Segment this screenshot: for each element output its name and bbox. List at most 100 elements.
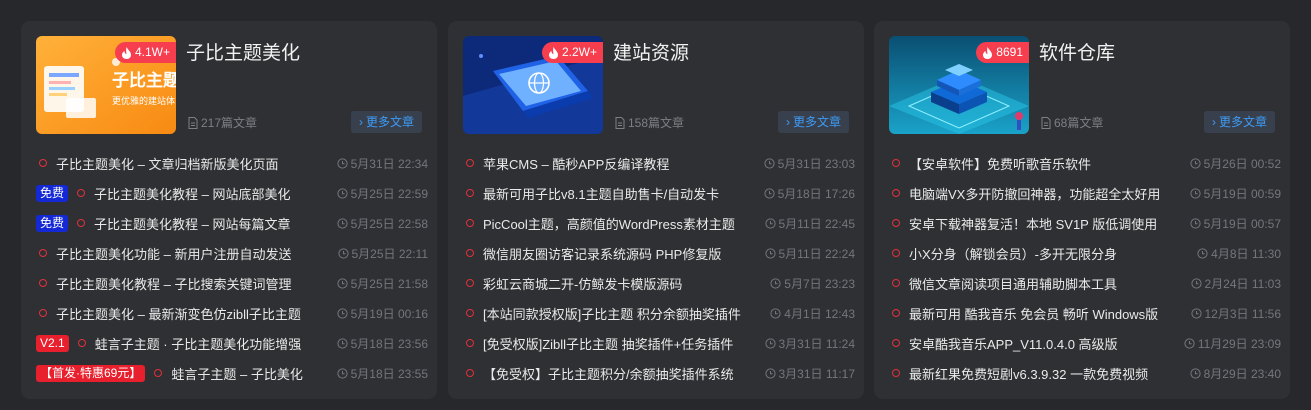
article-time: 5月25日 22:58 <box>337 215 428 232</box>
category-thumbnail[interactable]: 子比主题 更优雅的建站体 4.1W+ <box>36 36 176 134</box>
article-title[interactable]: 微信文章阅读项目通用辅助脚本工具 <box>909 274 1173 293</box>
clock-icon <box>337 277 348 289</box>
flame-icon <box>121 46 131 59</box>
more-articles-button[interactable]: › 更多文章 <box>777 111 849 133</box>
article-title[interactable]: 苹果CMS – 酷秒APP反编译教程 <box>483 154 746 173</box>
card-header: 子比主题 更优雅的建站体 4.1W+ 子比主题美化 217篇文章 › 更多文章 <box>36 36 422 134</box>
article-title[interactable]: [免受权版]Zibll子比主题 抽奖插件+任务插件 <box>483 334 747 353</box>
bullet-icon <box>39 249 47 257</box>
article-title[interactable]: 最新可用 酷我音乐 免会员 畅听 Windows版 <box>909 304 1173 323</box>
bullet-icon <box>466 369 474 377</box>
list-item[interactable]: 子比主题美化功能 – 新用户注册自动发送 5月25日 22:11 <box>36 238 428 268</box>
category-thumbnail[interactable]: 8691 <box>889 36 1029 134</box>
list-item[interactable]: 子比主题美化 – 文章归档新版美化页面 5月31日 22:34 <box>36 148 428 178</box>
article-list: 苹果CMS – 酷秒APP反编译教程 5月31日 23:03 最新可用子比v8.1… <box>463 148 855 388</box>
card-header: 2.2W+ 建站资源 158篇文章 › 更多文章 <box>463 36 849 134</box>
list-item[interactable]: 安卓酷我音乐APP_V11.0.4.0 高级版 11月29日 23:09 <box>889 328 1281 358</box>
article-title[interactable]: 蛙言子主题 · 子比主题美化功能增强 <box>95 334 319 353</box>
bullet-icon <box>77 219 86 227</box>
list-item[interactable]: 电脑端VX多开防撤回神器，功能超全太好用 5月19日 00:59 <box>889 178 1281 208</box>
article-title[interactable]: 彩虹云商城二开-仿鲸发卡模版源码 <box>483 274 752 293</box>
article-title[interactable]: 子比主题美化 – 文章归档新版美化页面 <box>56 154 319 173</box>
free-tag: 免费 <box>36 214 69 232</box>
article-title[interactable]: 安卓酷我音乐APP_V11.0.4.0 高级版 <box>909 334 1166 353</box>
category-title[interactable]: 子比主题美化 <box>186 38 300 65</box>
bullet-icon <box>892 189 900 197</box>
article-title[interactable]: 子比主题美化教程 – 网站每篇文章 <box>94 214 319 233</box>
category-card: 8691 软件仓库 68篇文章 › 更多文章 【安卓软件】免费听歌音乐软件 5月2… <box>874 21 1290 399</box>
bullet-icon <box>39 159 47 167</box>
chevron-right-icon: › <box>785 115 790 129</box>
list-item[interactable]: 免费 子比主题美化教程 – 网站底部美化 5月25日 22:59 <box>36 178 428 208</box>
document-icon <box>188 116 198 129</box>
article-title[interactable]: 电脑端VX多开防撤回神器，功能超全太好用 <box>909 184 1172 203</box>
list-item[interactable]: 子比主题美化教程 – 子比搜索关键词管理 5月25日 21:58 <box>36 268 428 298</box>
bullet-icon <box>466 279 474 287</box>
article-title[interactable]: 安卓下载神器复活！本地 SV1P 版低调使用 <box>909 214 1172 233</box>
article-title[interactable]: 最新可用子比v8.1主题自助售卡/自动发卡 <box>483 184 746 203</box>
article-time: 4月8日 11:30 <box>1197 245 1281 262</box>
list-item[interactable]: 【安卓软件】免费听歌音乐软件 5月26日 00:52 <box>889 148 1281 178</box>
category-thumbnail[interactable]: 2.2W+ <box>463 36 603 134</box>
article-time: 5月18日 23:56 <box>337 335 428 352</box>
version-tag: V2.1 <box>36 334 69 352</box>
bullet-icon <box>892 219 900 227</box>
list-item[interactable]: 最新红果免费短剧v6.3.9.32 一款免费视频 8月29日 23:40 <box>889 358 1281 388</box>
thumbnail-title: 子比主题 <box>112 70 176 91</box>
list-item[interactable]: 微信朋友圈访客记录系统源码 PHP修复版 5月11日 22:24 <box>463 238 855 268</box>
clock-icon <box>764 337 776 349</box>
article-title[interactable]: PicCool主题，高颜值的WordPress素材主题 <box>483 214 747 233</box>
clock-icon <box>764 367 776 379</box>
article-title[interactable]: 子比主题美化教程 – 网站底部美化 <box>94 184 319 203</box>
article-title[interactable]: 【免受权】子比主题积分/余额抽奖插件系统 <box>483 364 747 383</box>
list-item[interactable]: 彩虹云商城二开-仿鲸发卡模版源码 5月7日 23:23 <box>463 268 855 298</box>
list-item[interactable]: 安卓下载神器复活！本地 SV1P 版低调使用 5月19日 00:57 <box>889 208 1281 238</box>
article-time: 5月18日 17:26 <box>764 185 855 202</box>
article-time: 5月11日 22:24 <box>764 245 855 262</box>
list-item[interactable]: 苹果CMS – 酷秒APP反编译教程 5月31日 23:03 <box>463 148 855 178</box>
list-item[interactable]: 【免受权】子比主题积分/余额抽奖插件系统 3月31日 11:17 <box>463 358 855 388</box>
bullet-icon <box>466 189 474 197</box>
clock-icon <box>1190 367 1201 379</box>
article-title[interactable]: 最新红果免费短剧v6.3.9.32 一款免费视频 <box>909 364 1172 383</box>
list-item[interactable]: 【首发·特惠69元】 蛙言子主题 – 子比美化 5月18日 23:55 <box>36 358 428 388</box>
list-item[interactable]: 小X分身（解锁会员）-多开无限分身 4月8日 11:30 <box>889 238 1281 268</box>
more-articles-button[interactable]: › 更多文章 <box>1203 111 1275 133</box>
category-cards: 子比主题 更优雅的建站体 4.1W+ 子比主题美化 217篇文章 › 更多文章 … <box>0 0 1311 410</box>
category-title[interactable]: 建站资源 <box>613 38 689 65</box>
list-item[interactable]: PicCool主题，高颜值的WordPress素材主题 5月11日 22:45 <box>463 208 855 238</box>
category-title[interactable]: 软件仓库 <box>1039 38 1115 65</box>
list-item[interactable]: 微信文章阅读项目通用辅助脚本工具 2月24日 11:03 <box>889 268 1281 298</box>
list-item[interactable]: 最新可用子比v8.1主题自助售卡/自动发卡 5月18日 17:26 <box>463 178 855 208</box>
list-item[interactable]: 免费 子比主题美化教程 – 网站每篇文章 5月25日 22:58 <box>36 208 428 238</box>
article-time: 5月25日 22:11 <box>337 245 428 262</box>
article-title[interactable]: 子比主题美化功能 – 新用户注册自动发送 <box>56 244 320 263</box>
bullet-icon <box>39 279 47 287</box>
bullet-icon <box>466 339 474 347</box>
bullet-icon <box>892 309 900 317</box>
list-item[interactable]: 子比主题美化 – 最新渐变色仿zibll子比主题 5月19日 00:16 <box>36 298 428 328</box>
article-title[interactable]: 【安卓软件】免费听歌音乐软件 <box>909 154 1172 173</box>
article-title[interactable]: 子比主题美化 – 最新渐变色仿zibll子比主题 <box>56 304 319 323</box>
thumbnail-subtitle: 更优雅的建站体 <box>112 95 175 107</box>
bullet-icon <box>77 189 86 197</box>
bullet-icon <box>892 279 900 287</box>
article-title[interactable]: 蛙言子主题 – 子比美化 <box>171 364 318 383</box>
chevron-right-icon: › <box>358 115 363 129</box>
clock-icon <box>764 157 775 169</box>
list-item[interactable]: [本站同款授权版]子比主题 积分余额抽奖插件 4月1日 12:43 <box>463 298 855 328</box>
clock-icon <box>337 187 348 199</box>
more-articles-button[interactable]: › 更多文章 <box>350 111 422 133</box>
clock-icon <box>1190 217 1201 229</box>
article-title[interactable]: 子比主题美化教程 – 子比搜索关键词管理 <box>56 274 319 293</box>
article-title[interactable]: 微信朋友圈访客记录系统源码 PHP修复版 <box>483 244 747 263</box>
document-icon <box>1041 116 1051 129</box>
article-title[interactable]: [本站同款授权版]子比主题 积分余额抽奖插件 <box>483 304 752 323</box>
clock-icon <box>764 217 776 229</box>
list-item[interactable]: [免受权版]Zibll子比主题 抽奖插件+任务插件 3月31日 11:24 <box>463 328 855 358</box>
bullet-icon <box>892 159 900 167</box>
bullet-icon <box>39 309 47 317</box>
list-item[interactable]: V2.1 蛙言子主题 · 子比主题美化功能增强 5月18日 23:56 <box>36 328 428 358</box>
article-title[interactable]: 小X分身（解锁会员）-多开无限分身 <box>909 244 1179 263</box>
list-item[interactable]: 最新可用 酷我音乐 免会员 畅听 Windows版 12月3日 11:56 <box>889 298 1281 328</box>
